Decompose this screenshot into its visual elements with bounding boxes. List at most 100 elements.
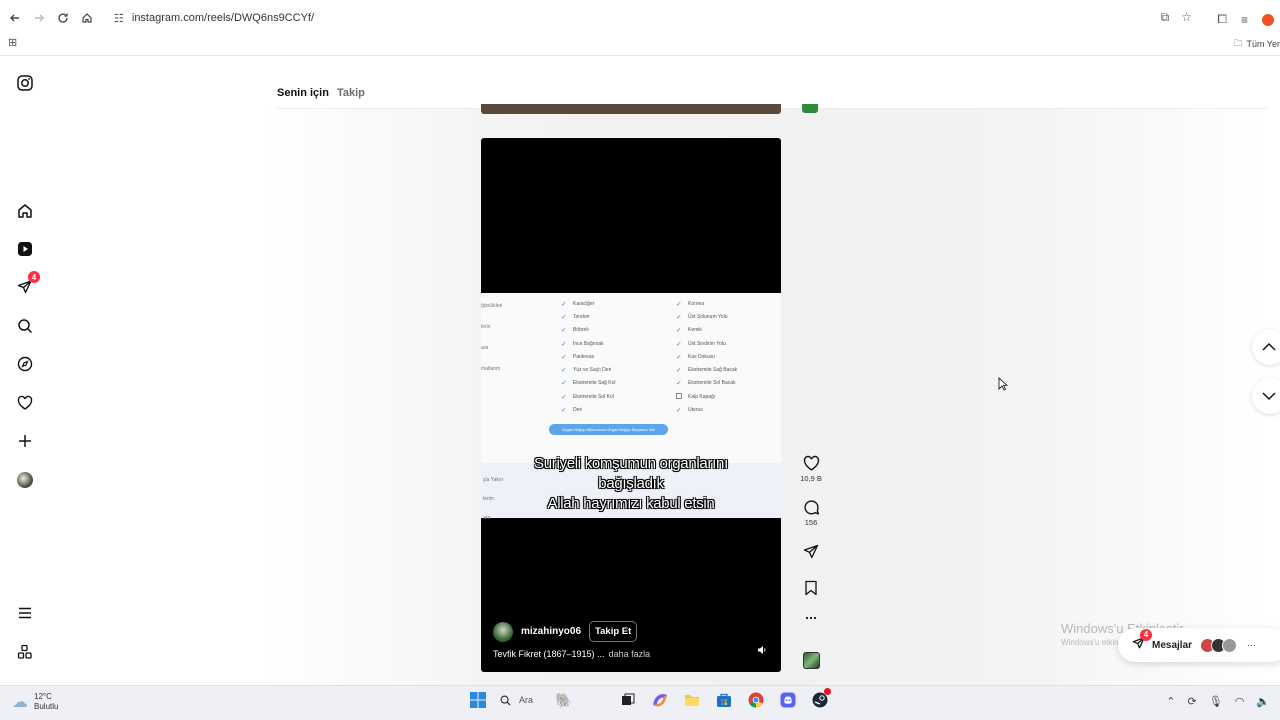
messages-label: Mesajlar <box>1152 639 1193 651</box>
checklist-label: Kas Dokusu <box>688 353 715 360</box>
screen-left-item: lerin <box>481 324 491 330</box>
checklist-item: ✓ Karaciğer <box>561 297 616 310</box>
bookmarks-bar: ⊞ 🗀 Tüm Yer <box>0 34 1280 52</box>
browser-toolbar-right: ⧠ ≡ <box>1217 12 1280 27</box>
screen-left-column: ğünlükleri lerin ara ıhatlanm <box>481 303 521 387</box>
microphone-icon[interactable]: 🎙 <box>1209 695 1223 708</box>
reel-author: mizahinyo06 Takip Et <box>493 621 638 642</box>
install-app-icon[interactable]: ⧉ <box>1161 10 1170 25</box>
search-nav-icon[interactable] <box>15 316 35 336</box>
check-icon: ✓ <box>561 300 567 308</box>
profile-nav-icon[interactable] <box>15 470 35 490</box>
explore-nav-icon[interactable] <box>15 354 35 374</box>
checklist-label: Deri <box>573 407 583 414</box>
taskbar-apps: Ara 🐘 <box>468 688 831 710</box>
windows-start-icon[interactable] <box>468 690 488 710</box>
save-action[interactable] <box>797 580 825 596</box>
more-link[interactable]: daha fazla <box>609 649 651 659</box>
profile-avatar[interactable] <box>1262 13 1274 26</box>
audio-thumbnail <box>802 652 820 669</box>
checklist-item: ✓ Kas Dokusu <box>676 350 737 363</box>
store-icon[interactable] <box>714 690 734 710</box>
like-count: 10,9 B <box>800 474 822 483</box>
forward-button[interactable] <box>27 6 51 30</box>
mouse-cursor-icon <box>998 376 1009 394</box>
check-icon: ✓ <box>561 380 567 388</box>
bookmark-icon <box>805 580 817 596</box>
volume-icon[interactable]: 🔈 <box>1256 695 1270 708</box>
comment-action[interactable]: 156 <box>797 499 825 527</box>
discord-icon[interactable] <box>778 690 798 710</box>
like-action[interactable]: 10,9 B <box>797 455 825 483</box>
chevron-up-icon[interactable]: ⌃ <box>1166 695 1175 708</box>
home-button[interactable] <box>75 6 99 30</box>
messages-icon: 4 <box>1132 628 1152 655</box>
more-menu-icon[interactable] <box>15 603 35 623</box>
checklist-label: Üst Solunum Yolu <box>688 313 728 320</box>
next-reel-button[interactable] <box>1252 378 1280 414</box>
messages-pill[interactable]: 4 Mesajlar ··· <box>1118 628 1280 662</box>
checklist-item: ✓ Böbrek <box>561 324 616 337</box>
heart-nav-icon[interactable] <box>15 393 35 413</box>
mute-toggle[interactable] <box>757 645 767 658</box>
checklist-label: Ekstremite Sağ Bacak <box>688 367 738 374</box>
url-bar[interactable]: ☷ instagram.com/reels/DWQ6ns9CCYf/ ⧉ ☆ <box>106 6 1200 30</box>
reel-caption-overlay: Suriyeli komşumun organlarını bağışladık… <box>481 454 781 514</box>
weather-widget[interactable]: ☁ 12°C Bulutlu <box>12 692 58 712</box>
reload-button[interactable] <box>51 6 75 30</box>
instagram-sidebar: 4 <box>0 57 50 685</box>
checklist-label: Üst Sindirim Yolu <box>688 340 726 347</box>
chrome-icon[interactable] <box>746 690 766 710</box>
checklist-label: Ekstremite Sol Bacak <box>688 380 736 387</box>
instagram-logo-icon[interactable] <box>15 73 35 93</box>
checklist-label: Kornea <box>688 300 705 307</box>
screen-left-item: ıhatlanm <box>481 366 501 372</box>
site-info-icon[interactable]: ☷ <box>114 12 124 25</box>
checklist-item: ✓ Kornea <box>676 297 737 310</box>
apps-nav-icon[interactable] <box>15 642 35 662</box>
comment-count: 156 <box>804 518 818 527</box>
follow-button[interactable]: Takip Et <box>589 621 638 642</box>
wifi-icon[interactable]: ◠ <box>1235 695 1245 708</box>
steam-icon[interactable] <box>810 688 831 710</box>
previous-reel-edge[interactable] <box>481 104 781 114</box>
sync-icon[interactable]: ⟳ <box>1188 695 1197 708</box>
apps-grid-icon[interactable]: ⊞ <box>8 36 17 49</box>
reel-description: Tevfik Fikret (1867–1915) ... daha fazla <box>493 649 650 659</box>
more-options-action[interactable] <box>797 615 825 621</box>
share-action[interactable] <box>797 544 825 560</box>
all-bookmarks-folder[interactable]: 🗀 Tüm Yer <box>1233 36 1280 52</box>
file-explorer-icon[interactable] <box>682 690 702 710</box>
checklist-item: ✓ Ekstremite Sağ Bacak <box>676 363 737 376</box>
tab-following[interactable]: Takip <box>337 87 365 99</box>
screen-bottom-item: ara <box>483 515 491 521</box>
reels-nav-icon[interactable] <box>15 239 35 259</box>
audio-thumb-action[interactable] <box>797 652 825 669</box>
home-nav-icon[interactable] <box>15 201 35 221</box>
reel-video[interactable]: ğünlükleri lerin ara ıhatlanm ✓ Karaciğer… <box>481 138 781 672</box>
checklist-item: ✓ Deri <box>561 403 616 416</box>
copilot-icon[interactable] <box>650 690 670 710</box>
tab-for-you[interactable]: Senin için <box>277 87 329 99</box>
checklist-item: ✓ Ekstremite Sağ Kol <box>561 377 616 390</box>
checklist-label: İnce Bağırsak <box>573 340 604 347</box>
previous-reel-thumb[interactable] <box>802 104 818 113</box>
taskbar-search[interactable]: Ara 🐘 <box>500 692 600 709</box>
bookmark-star-icon[interactable]: ☆ <box>1181 10 1192 25</box>
home-icon <box>82 13 92 23</box>
checklist-label: Kalp Kapağı <box>688 393 716 400</box>
tab-search-icon[interactable]: ≡ <box>1241 13 1248 27</box>
heart-icon <box>803 455 819 471</box>
author-username[interactable]: mizahinyo06 <box>521 626 581 637</box>
checklist-item: ✓ Ekstremite Sol Kol <box>561 390 616 403</box>
check-icon: ✓ <box>676 353 682 361</box>
extensions-icon[interactable]: ⧠ <box>1217 12 1227 27</box>
messages-nav-icon[interactable]: 4 <box>15 271 40 297</box>
ellipsis-icon: ··· <box>1247 640 1257 650</box>
task-view-icon[interactable] <box>618 690 638 710</box>
create-plus-icon[interactable] <box>15 431 35 451</box>
back-button[interactable] <box>3 6 27 30</box>
author-avatar[interactable] <box>493 621 513 642</box>
previous-reel-button[interactable] <box>1252 329 1280 365</box>
chevron-down-icon <box>1262 392 1276 401</box>
